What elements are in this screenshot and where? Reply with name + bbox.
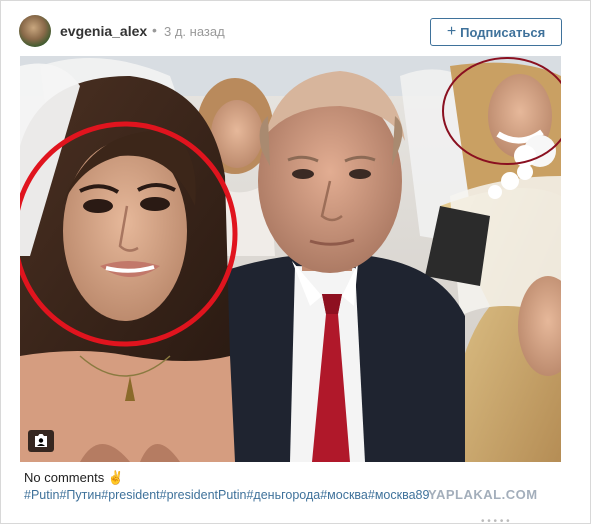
plus-icon: + — [446, 23, 457, 40]
instagram-post-card: evgenia_alex • 3 д. назад + Подписаться — [0, 0, 591, 524]
follow-button-label: Подписаться — [460, 24, 546, 40]
site-watermark: YAPLAKAL.COM — [428, 487, 538, 502]
photo-image — [20, 56, 561, 462]
post-photo[interactable] — [20, 56, 561, 462]
post-timestamp[interactable]: 3 д. назад — [164, 24, 225, 39]
separator-dot: • — [152, 22, 157, 38]
hashtags[interactable]: #Putin#Путин#president#presidentPutin#де… — [24, 488, 429, 502]
caption-text: No comments — [24, 470, 105, 485]
pagination-dots: • • • • • — [481, 516, 510, 524]
victory-hand-icon: ✌ — [107, 470, 125, 485]
follow-button[interactable]: + Подписаться — [430, 18, 562, 46]
avatar[interactable] — [19, 15, 51, 47]
user-tag-icon[interactable] — [28, 430, 54, 452]
post-header: evgenia_alex • 3 д. назад + Подписаться — [1, 1, 590, 57]
username-link[interactable]: evgenia_alex — [60, 23, 147, 39]
post-caption: No comments ✌ — [24, 470, 124, 486]
